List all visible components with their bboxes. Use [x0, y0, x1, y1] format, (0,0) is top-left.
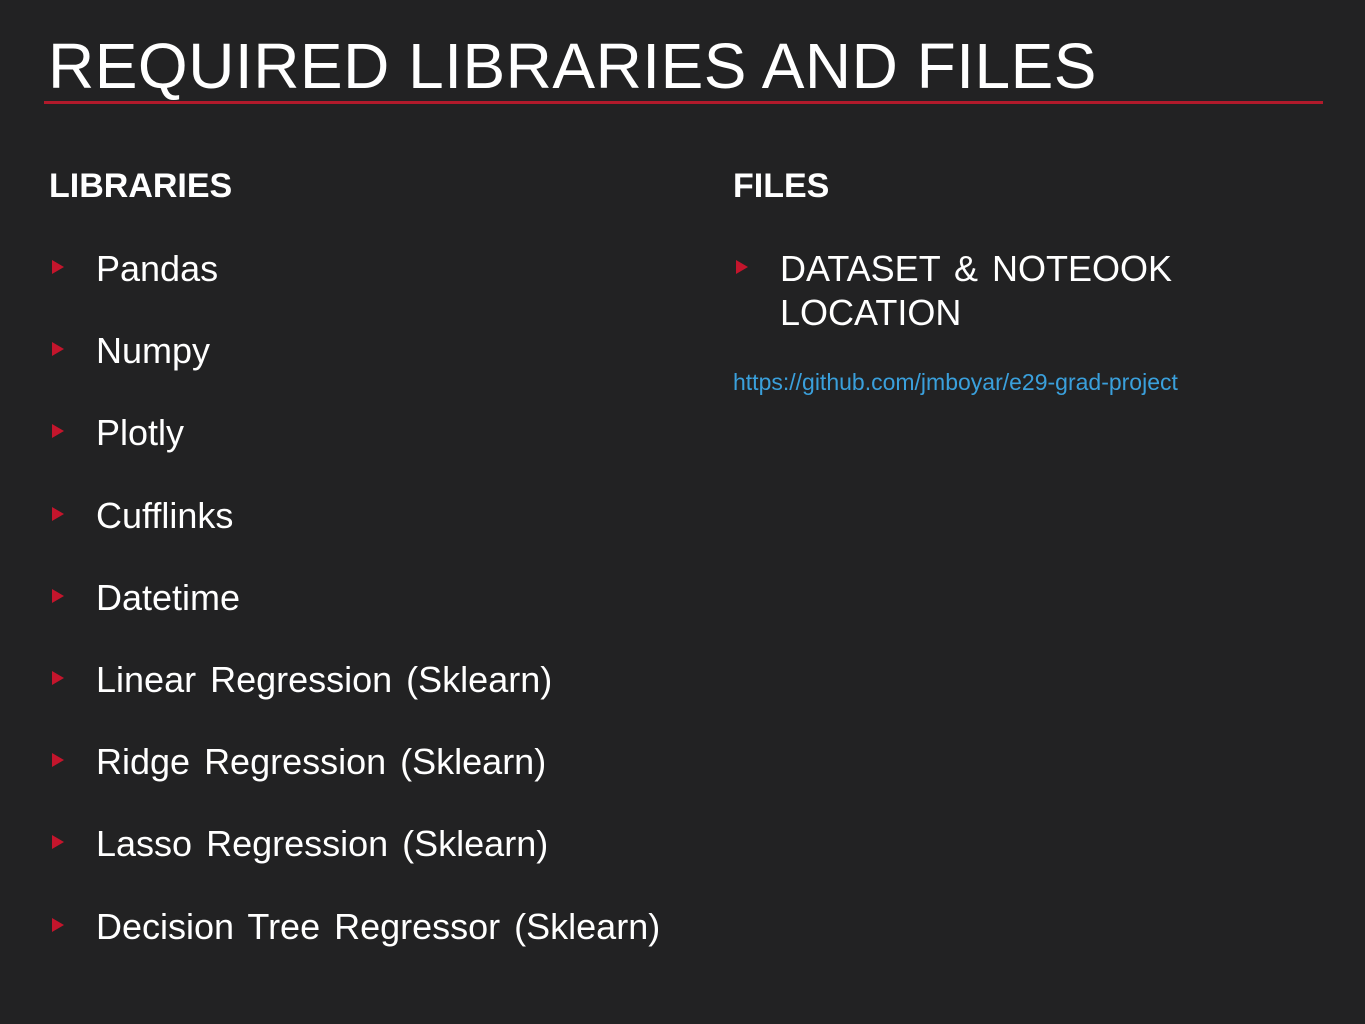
triangle-bullet-icon — [52, 917, 64, 932]
triangle-bullet-icon — [52, 835, 64, 850]
library-item-label: Datetime — [96, 576, 241, 618]
library-item-label: Numpy — [96, 330, 211, 372]
library-item: Datetime — [50, 576, 660, 658]
libraries-list: Pandas Numpy Plotly Cufflinks Datetime L… — [50, 247, 660, 987]
library-item-label: Cufflinks — [96, 494, 234, 536]
slide-title: REQUIRED LIBRARIES AND FILES — [48, 30, 1097, 102]
github-link[interactable]: https://github.com/jmboyar/e29-grad-proj… — [733, 368, 1178, 396]
library-item: Numpy — [50, 329, 660, 411]
files-heading: FILES — [733, 167, 830, 205]
library-item-label: Ridge Regression (Sklearn) — [96, 741, 547, 783]
triangle-bullet-icon — [52, 342, 64, 357]
triangle-bullet-icon — [52, 670, 64, 685]
library-item: Linear Regression (Sklearn) — [50, 658, 660, 740]
triangle-bullet-icon — [52, 506, 64, 521]
files-list: DATASET & NOTEOOK LOCATION — [734, 247, 1254, 335]
triangle-bullet-icon — [52, 424, 64, 439]
library-item-label: Pandas — [96, 248, 219, 289]
library-item: Ridge Regression (Sklearn) — [50, 740, 660, 822]
library-item: Plotly — [50, 411, 660, 493]
library-item-label: Lasso Regression (Sklearn) — [96, 823, 549, 865]
file-item-label: DATASET & NOTEOOK LOCATION — [780, 248, 1173, 333]
triangle-bullet-icon — [52, 753, 64, 768]
library-item: Decision Tree Regressor (Sklearn) — [50, 905, 660, 987]
library-item: Cufflinks — [50, 494, 660, 576]
file-item: DATASET & NOTEOOK LOCATION — [734, 247, 1254, 335]
library-item-label: Linear Regression (Sklearn) — [96, 658, 553, 700]
library-item-label: Decision Tree Regressor (Sklearn) — [96, 905, 661, 947]
library-item: Pandas — [50, 247, 660, 329]
library-item-label: Plotly — [96, 412, 185, 454]
triangle-bullet-icon — [52, 260, 64, 274]
libraries-heading: LIBRARIES — [49, 167, 233, 205]
triangle-bullet-icon — [736, 260, 748, 274]
triangle-bullet-icon — [52, 588, 64, 603]
library-item: Lasso Regression (Sklearn) — [50, 822, 660, 904]
title-underline — [44, 101, 1323, 104]
